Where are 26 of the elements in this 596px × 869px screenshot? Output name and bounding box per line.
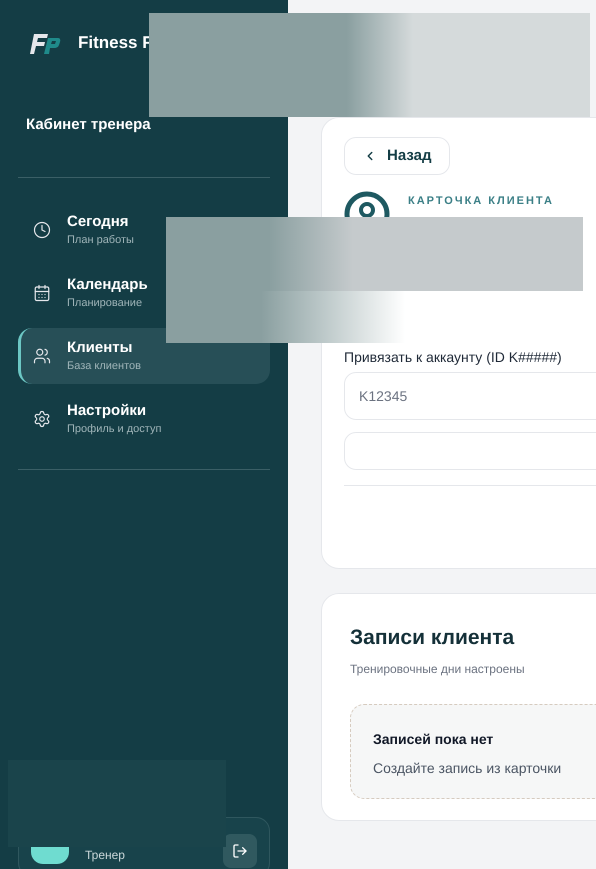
nav-label: Сегодня bbox=[67, 212, 130, 232]
empty-text: Создайте запись из карточки bbox=[373, 758, 562, 778]
account-id-field[interactable]: K12345 bbox=[344, 372, 596, 420]
sidebar-title: Кабинет тренера bbox=[25, 115, 152, 135]
nav-sublabel: Планирование bbox=[67, 296, 144, 310]
nav-item[interactable]: Настройки Профиль и доступ bbox=[18, 390, 270, 446]
user-role: Тренер bbox=[85, 847, 125, 864]
field-label: Привязать к аккаунту (ID K#####) bbox=[344, 348, 563, 367]
nav-label: Клиенты bbox=[67, 338, 134, 358]
user-icon bbox=[344, 191, 390, 217]
logout-button[interactable] bbox=[223, 834, 257, 868]
clock-icon bbox=[33, 220, 51, 238]
section-subtitle: Тренировочные дни настроены bbox=[350, 660, 526, 678]
nav-sublabel: Профиль и доступ bbox=[67, 422, 162, 436]
nav-label: Календарь bbox=[67, 274, 148, 294]
logout-icon bbox=[232, 843, 248, 859]
nav-label: Настройки bbox=[67, 400, 148, 420]
section-title: Записи клиента bbox=[350, 625, 516, 651]
users-icon bbox=[33, 346, 51, 364]
nav-sublabel: База клиентов bbox=[67, 358, 141, 374]
calendar-icon bbox=[33, 284, 51, 302]
back-button[interactable]: Назад bbox=[344, 137, 450, 175]
empty-title: Записей пока нет bbox=[373, 730, 494, 748]
nav-sublabel: План работы bbox=[67, 232, 134, 248]
settings-icon bbox=[33, 410, 51, 428]
eyebrow-label: КАРТОЧКА КЛИЕНТА bbox=[408, 194, 554, 209]
